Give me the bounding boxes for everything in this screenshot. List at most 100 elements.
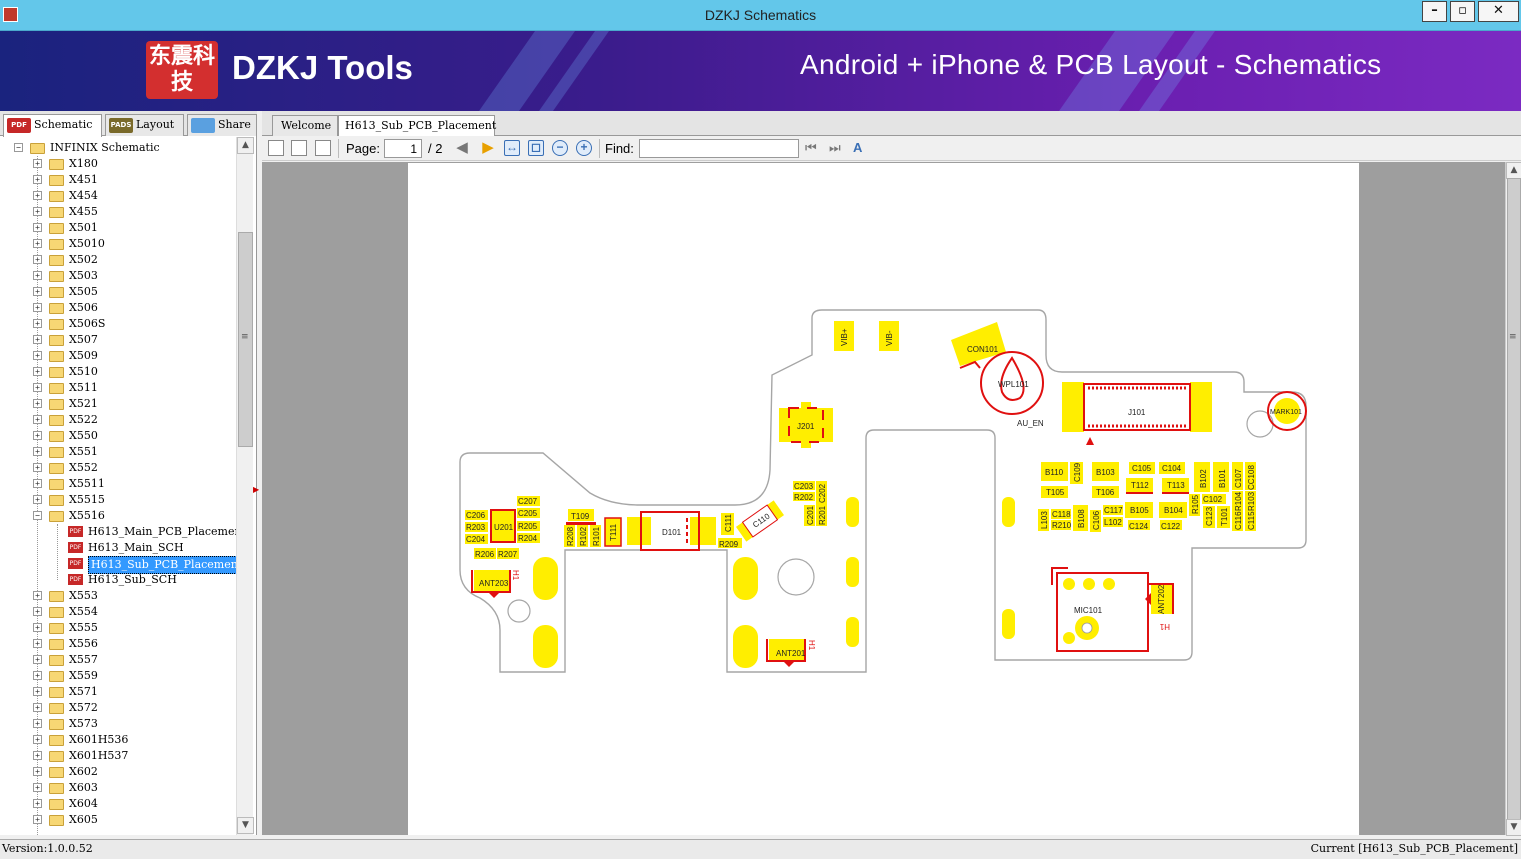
tree-folder[interactable]: + X511 <box>0 380 236 396</box>
expand-icon[interactable]: + <box>33 319 42 328</box>
expand-icon[interactable]: + <box>33 767 42 776</box>
tree-folder[interactable]: + X572 <box>0 700 236 716</box>
open-document-icon[interactable] <box>268 140 284 156</box>
expand-icon[interactable]: + <box>33 735 42 744</box>
tree-folder[interactable]: + X556 <box>0 636 236 652</box>
expand-icon[interactable]: + <box>33 495 42 504</box>
expand-icon[interactable]: + <box>33 431 42 440</box>
expand-icon[interactable]: + <box>33 799 42 808</box>
find-options-icon[interactable]: A <box>853 140 869 156</box>
tree-folder[interactable]: + X509 <box>0 348 236 364</box>
paste-pages-icon[interactable] <box>315 140 331 156</box>
viewer-scrollbar[interactable]: ▲ ≡ ▼ <box>1505 162 1521 836</box>
tree-folder[interactable]: + X602 <box>0 764 236 780</box>
tree-folder[interactable]: + X557 <box>0 652 236 668</box>
viewer-scroll-down-icon[interactable]: ▼ <box>1506 819 1521 836</box>
expand-icon[interactable]: + <box>33 271 42 280</box>
tree-folder[interactable]: + X506 <box>0 300 236 316</box>
find-input[interactable] <box>639 139 799 158</box>
close-button[interactable]: ✕ <box>1478 1 1519 22</box>
next-page-icon[interactable]: ▶ <box>480 140 496 156</box>
expand-icon[interactable]: + <box>33 639 42 648</box>
tree-folder[interactable]: + X573 <box>0 716 236 732</box>
tree-folder[interactable]: + X550 <box>0 428 236 444</box>
expand-icon[interactable]: + <box>33 207 42 216</box>
expand-icon[interactable]: + <box>33 239 42 248</box>
expand-icon[interactable]: + <box>33 367 42 376</box>
tree-folder[interactable]: + X503 <box>0 268 236 284</box>
tab-h613-sub-pcb[interactable]: H613_Sub_PCB_Placement✕ <box>338 115 496 151</box>
expand-icon[interactable]: + <box>33 255 42 264</box>
expand-icon[interactable]: + <box>33 751 42 760</box>
tree-file[interactable]: PDF H613_Main_SCH <box>0 540 236 556</box>
collapse-icon[interactable]: − <box>33 511 42 520</box>
schematic-tree[interactable]: − INFINIX Schematic + X180 + X451 + X454 + X455 + X… <box>0 137 236 835</box>
expand-icon[interactable]: + <box>33 479 42 488</box>
expand-icon[interactable]: + <box>33 815 42 824</box>
expand-icon[interactable]: + <box>33 383 42 392</box>
fit-page-icon[interactable]: ◻ <box>528 140 544 156</box>
tree-scrollbar[interactable]: ▲ ≡ ▼ <box>236 137 254 835</box>
tree-folder[interactable]: + X551 <box>0 444 236 460</box>
expand-icon[interactable]: + <box>33 399 42 408</box>
tree-folder[interactable]: + X521 <box>0 396 236 412</box>
tree-folder[interactable]: + X553 <box>0 588 236 604</box>
tree-file[interactable]: PDF H613_Sub_SCH <box>0 572 236 588</box>
expand-icon[interactable]: + <box>33 351 42 360</box>
tree-folder[interactable]: + X605 <box>0 812 236 828</box>
tree-folder[interactable]: + X552 <box>0 460 236 476</box>
find-previous-icon[interactable]: ⏮ <box>805 140 821 156</box>
expand-icon[interactable]: + <box>33 719 42 728</box>
tree-file[interactable]: PDF H613_Sub_PCB_Placement <box>0 556 236 574</box>
expand-icon[interactable]: + <box>33 287 42 296</box>
tree-folder[interactable]: + X522 <box>0 412 236 428</box>
expand-icon[interactable]: + <box>33 191 42 200</box>
expand-icon[interactable]: + <box>33 655 42 664</box>
tab-welcome[interactable]: Welcome <box>272 115 338 136</box>
collapse-panel-icon[interactable]: ▶ <box>253 485 259 495</box>
tree-folder[interactable]: + X601H536 <box>0 732 236 748</box>
expand-icon[interactable]: + <box>33 463 42 472</box>
scroll-down-icon[interactable]: ▼ <box>237 817 254 834</box>
fit-width-icon[interactable]: ↔ <box>504 140 520 156</box>
tree-folder[interactable]: + X5010 <box>0 236 236 252</box>
tree-folder[interactable]: + X506S <box>0 316 236 332</box>
tree-folder[interactable]: + X554 <box>0 604 236 620</box>
expand-icon[interactable]: + <box>33 175 42 184</box>
tree-file[interactable]: PDF H613_Main_PCB_Placement <box>0 524 236 540</box>
expand-icon[interactable]: + <box>33 223 42 232</box>
tree-folder[interactable]: + X454 <box>0 188 236 204</box>
copy-pages-icon[interactable] <box>291 140 307 156</box>
tree-folder[interactable]: + X180 <box>0 156 236 172</box>
expand-icon[interactable]: + <box>33 703 42 712</box>
tree-folder[interactable]: + X604 <box>0 796 236 812</box>
expand-icon[interactable]: + <box>33 671 42 680</box>
tree-folder[interactable]: + X5511 <box>0 476 236 492</box>
pdf-viewer[interactable]: .pad { fill: #ffee00; } .red { stroke: #… <box>262 162 1505 835</box>
expand-icon[interactable]: + <box>33 591 42 600</box>
tree-folder[interactable]: + X555 <box>0 620 236 636</box>
tab-schematic[interactable]: PDF Schematic <box>3 114 102 137</box>
expand-icon[interactable]: + <box>33 783 42 792</box>
expand-icon[interactable]: + <box>33 159 42 168</box>
tree-folder[interactable]: + X559 <box>0 668 236 684</box>
expand-icon[interactable]: + <box>33 687 42 696</box>
tree-folder[interactable]: + X451 <box>0 172 236 188</box>
minimize-button[interactable]: – <box>1422 1 1447 22</box>
viewer-scroll-thumb[interactable] <box>1507 178 1521 820</box>
find-next-icon[interactable]: ⏭ <box>829 140 845 156</box>
tree-folder[interactable]: + X571 <box>0 684 236 700</box>
tree-folder[interactable]: + X603 <box>0 780 236 796</box>
viewer-scroll-up-icon[interactable]: ▲ <box>1506 162 1521 179</box>
expand-icon[interactable]: + <box>33 415 42 424</box>
page-number-input[interactable] <box>384 139 422 158</box>
tree-root[interactable]: − INFINIX Schematic <box>0 140 236 156</box>
tab-layout[interactable]: PADS Layout <box>105 114 184 136</box>
tree-folder[interactable]: + X510 <box>0 364 236 380</box>
expand-icon[interactable]: + <box>33 607 42 616</box>
tree-folder[interactable]: + X505 <box>0 284 236 300</box>
tree-folder[interactable]: + X501 <box>0 220 236 236</box>
restore-button[interactable]: ▫ <box>1450 1 1475 22</box>
expand-icon[interactable]: + <box>33 623 42 632</box>
expand-icon[interactable]: + <box>33 303 42 312</box>
